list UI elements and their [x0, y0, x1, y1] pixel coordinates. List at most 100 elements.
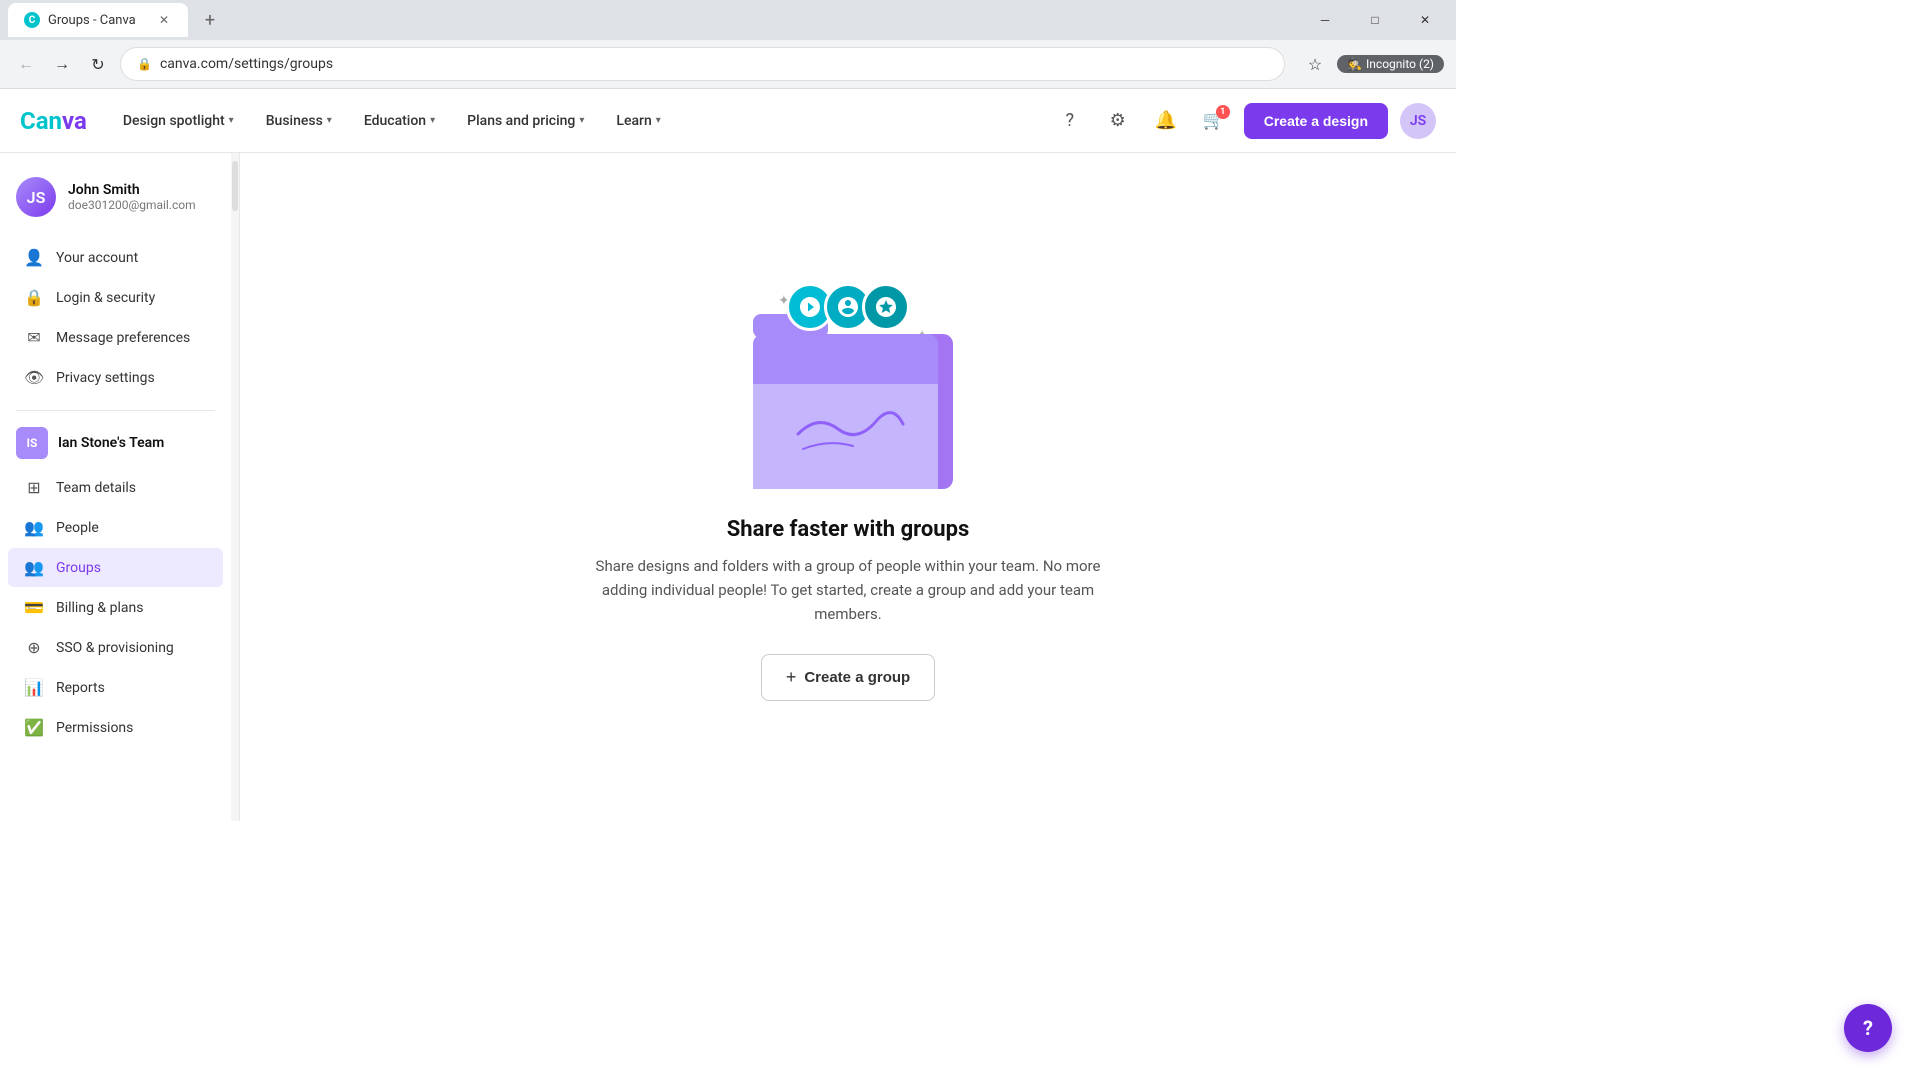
sidebar-divider [16, 410, 215, 411]
close-button[interactable]: ✕ [1402, 0, 1448, 40]
settings-button[interactable]: ⚙ [1100, 103, 1136, 139]
chevron-down-icon: ▾ [579, 115, 584, 126]
team-avatar: IS [16, 427, 48, 459]
sidebar-team-header: IS Ian Stone's Team [0, 419, 231, 463]
lock-icon: 🔒 [137, 57, 152, 71]
reload-button[interactable]: ↻ [84, 50, 112, 78]
groups-illustration: ✦ ✦ [718, 273, 978, 493]
nav-item-learn[interactable]: Learn ▾ [604, 105, 672, 137]
folder-graphic [738, 314, 958, 493]
grid-icon: ⊞ [24, 478, 44, 497]
create-group-label: Create a group [804, 669, 910, 686]
chevron-down-icon: ▾ [656, 115, 661, 126]
sidebar-label-groups: Groups [56, 560, 101, 576]
bookmark-button[interactable]: ☆ [1301, 50, 1329, 78]
tab-close-button[interactable]: ✕ [156, 12, 172, 28]
sidebar-label-billing-plans: Billing & plans [56, 600, 143, 616]
people-icon: 👥 [24, 518, 44, 537]
sidebar-label-your-account: Your account [56, 250, 138, 266]
chevron-down-icon: ▾ [327, 115, 332, 126]
tab-favicon: C [24, 12, 40, 28]
help-fab-icon: ? [1863, 1016, 1873, 1040]
incognito-icon: 🕵 [1347, 57, 1362, 71]
sidebar-item-team-details[interactable]: ⊞ Team details [8, 468, 223, 507]
sidebar: JS John Smith doe301200@gmail.com 👤 Your… [0, 153, 240, 821]
minimize-button[interactable]: ─ [1302, 0, 1348, 40]
plus-icon: + [786, 667, 797, 688]
create-group-button[interactable]: + Create a group [761, 654, 935, 701]
sidebar-label-permissions: Permissions [56, 720, 133, 736]
page-heading: Share faster with groups [727, 517, 970, 542]
sidebar-label-team-details: Team details [56, 480, 136, 496]
sidebar-label-reports: Reports [56, 680, 105, 696]
sidebar-label-message-preferences: Message preferences [56, 330, 190, 346]
sidebar-item-message-preferences[interactable]: ✉ Message preferences [8, 318, 223, 357]
avatar[interactable]: JS [1400, 103, 1436, 139]
sidebar-item-sso-provisioning[interactable]: ⊕ SSO & provisioning [8, 628, 223, 667]
sidebar-item-permissions[interactable]: ✅ Permissions [8, 708, 223, 747]
sidebar-user-avatar: JS [16, 177, 56, 217]
help-fab-button[interactable]: ? [1844, 1004, 1892, 1052]
mail-icon: ✉ [24, 328, 44, 347]
forward-button[interactable]: → [48, 50, 76, 78]
sidebar-item-your-account[interactable]: 👤 Your account [8, 238, 223, 277]
browser-title-bar: C Groups - Canva ✕ + ─ □ ✕ [0, 0, 1456, 40]
nav-actions: ? ⚙ 🔔 🛒 1 Create a design JS [1052, 103, 1436, 139]
main-content: JS John Smith doe301200@gmail.com 👤 Your… [0, 153, 1456, 821]
browser-tab[interactable]: C Groups - Canva ✕ [8, 3, 188, 37]
incognito-badge: 🕵 Incognito (2) [1337, 55, 1444, 73]
url-text: canva.com/settings/groups [160, 56, 1268, 72]
sidebar-scrollbar[interactable] [231, 153, 239, 821]
sidebar-user-email: doe301200@gmail.com [68, 198, 215, 212]
sso-icon: ⊕ [24, 638, 44, 657]
logo[interactable]: Canva [20, 107, 87, 135]
cart-badge: 1 [1216, 105, 1230, 119]
address-bar[interactable]: 🔒 canva.com/settings/groups [120, 47, 1285, 81]
sidebar-label-people: People [56, 520, 99, 536]
nav-label-learn: Learn [616, 113, 651, 129]
tab-title: Groups - Canva [48, 13, 136, 28]
sidebar-user-info: JS John Smith doe301200@gmail.com [0, 169, 231, 233]
groups-icon: 👥 [24, 558, 44, 577]
nav-label-education: Education [364, 113, 426, 129]
new-tab-button[interactable]: + [196, 6, 224, 34]
report-icon: 📊 [24, 678, 44, 697]
sidebar-item-login-security[interactable]: 🔒 Login & security [8, 278, 223, 317]
cart-button[interactable]: 🛒 1 [1196, 103, 1232, 139]
sidebar-item-groups[interactable]: 👥 Groups [8, 548, 223, 587]
sidebar-user-name: John Smith [68, 182, 215, 198]
sidebar-label-sso-provisioning: SSO & provisioning [56, 640, 174, 656]
sidebar-team-name: Ian Stone's Team [58, 435, 164, 451]
maximize-button[interactable]: □ [1352, 0, 1398, 40]
person-icon: 👤 [24, 248, 44, 267]
lock-icon: 🔒 [24, 288, 44, 307]
sidebar-label-login-security: Login & security [56, 290, 155, 306]
back-button[interactable]: ← [12, 50, 40, 78]
browser-action-buttons: ☆ 🕵 Incognito (2) [1301, 50, 1444, 78]
sidebar-item-billing-plans[interactable]: 💳 Billing & plans [8, 588, 223, 627]
sidebar-item-privacy-settings[interactable]: 👁 Privacy settings [8, 358, 223, 397]
help-button[interactable]: ? [1052, 103, 1088, 139]
sidebar-item-reports[interactable]: 📊 Reports [8, 668, 223, 707]
page-subtext: Share designs and folders with a group o… [578, 554, 1118, 626]
nav-item-business[interactable]: Business ▾ [254, 105, 344, 137]
sidebar-scrollbar-thumb [232, 161, 238, 211]
create-design-button[interactable]: Create a design [1244, 103, 1388, 139]
nav-item-design-spotlight[interactable]: Design spotlight ▾ [111, 105, 246, 137]
nav-item-education[interactable]: Education ▾ [352, 105, 447, 137]
nav-label-design-spotlight: Design spotlight [123, 113, 225, 129]
browser-controls: ← → ↻ 🔒 canva.com/settings/groups ☆ 🕵 In… [0, 40, 1456, 88]
logo-text: Canva [20, 107, 87, 135]
app: Canva Design spotlight ▾ Business ▾ Educ… [0, 89, 1456, 821]
sidebar-item-people[interactable]: 👥 People [8, 508, 223, 547]
nav-label-business: Business [266, 113, 323, 129]
sidebar-personal-section: 👤 Your account 🔒 Login & security ✉ Mess… [0, 233, 231, 402]
notifications-button[interactable]: 🔔 [1148, 103, 1184, 139]
sidebar-team-section: ⊞ Team details 👥 People 👥 Groups 💳 Billi… [0, 463, 231, 752]
sidebar-user-details: John Smith doe301200@gmail.com [68, 182, 215, 212]
nav-item-plans-pricing[interactable]: Plans and pricing ▾ [455, 105, 596, 137]
chevron-down-icon: ▾ [229, 115, 234, 126]
group-avatar-3 [862, 283, 910, 331]
card-icon: 💳 [24, 598, 44, 617]
chevron-down-icon: ▾ [430, 115, 435, 126]
